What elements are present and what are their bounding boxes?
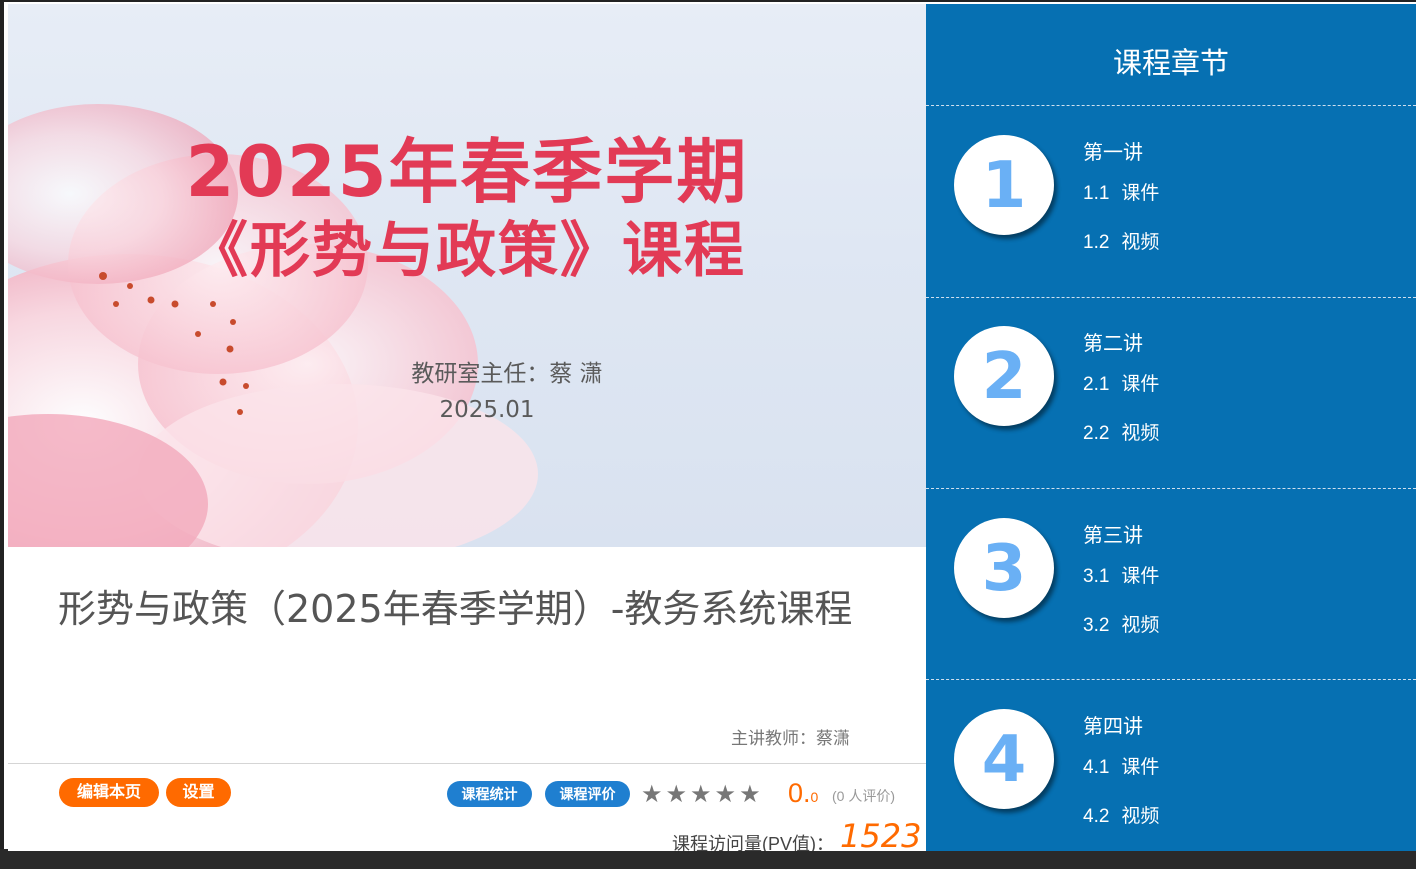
banner-director: 教研室主任：蔡 潇	[411, 361, 603, 387]
pv-value: 1523	[840, 817, 922, 851]
chapter-2: 2 第二讲 2.1 课件 2.2 视频	[926, 296, 1416, 486]
chapter-number-badge: 4	[954, 709, 1054, 809]
item-label: 视频	[1121, 615, 1160, 636]
course-title: 形势与政策（2025年春季学期）-教务系统课程	[58, 587, 853, 631]
chapter-link-video[interactable]: 4.2 视频	[1083, 801, 1159, 828]
chapter-4: 4 第四讲 4.1 课件 4.2 视频	[926, 679, 1416, 869]
banner-title-line2: 《形势与政策》课程	[188, 216, 746, 286]
banner-date: 2025.01	[439, 397, 535, 423]
chapter-name[interactable]: 第二讲	[1083, 327, 1143, 356]
item-label: 课件	[1121, 183, 1160, 204]
chapter-link-video[interactable]: 2.2 视频	[1083, 418, 1159, 445]
chapter-link-video[interactable]: 3.2 视频	[1083, 610, 1159, 637]
item-number: 4.2	[1083, 806, 1110, 827]
chapter-name[interactable]: 第四讲	[1083, 710, 1143, 739]
edit-page-button[interactable]: 编辑本页	[59, 778, 159, 807]
course-review-button[interactable]: 课程评价	[545, 781, 630, 807]
chapter-link-courseware[interactable]: 2.1 课件	[1083, 369, 1159, 396]
item-number: 1.1	[1083, 183, 1110, 204]
item-label: 课件	[1121, 566, 1160, 587]
item-number: 3.1	[1083, 566, 1110, 587]
chapter-number-badge: 1	[954, 135, 1054, 235]
item-number: 4.1	[1083, 757, 1110, 778]
chapter-link-courseware[interactable]: 1.1 课件	[1083, 178, 1159, 205]
page: 2025年春季学期 《形势与政策》课程 教研室主任：蔡 潇 2025.01 形势…	[0, 0, 1416, 851]
course-stats-button[interactable]: 课程统计	[447, 781, 532, 807]
star-icon[interactable]: ★	[690, 781, 715, 808]
rating-score-decimal: 0	[810, 789, 819, 805]
item-label: 视频	[1121, 423, 1160, 444]
chapter-number-badge: 2	[954, 326, 1054, 426]
chapter-name[interactable]: 第一讲	[1083, 136, 1143, 165]
chapter-link-video[interactable]: 1.2 视频	[1083, 227, 1159, 254]
settings-button[interactable]: 设置	[166, 778, 231, 807]
course-teacher: 主讲教师：蔡潇	[731, 729, 850, 748]
star-icon[interactable]: ★	[641, 781, 666, 808]
review-count: (0 人评价)	[832, 788, 895, 804]
course-main-panel: 2025年春季学期 《形势与政策》课程 教研室主任：蔡 潇 2025.01 形势…	[8, 4, 926, 851]
item-label: 课件	[1121, 757, 1160, 778]
chapter-number-badge: 3	[954, 518, 1054, 618]
chapter-3: 3 第三讲 3.1 课件 3.2 视频	[926, 488, 1416, 678]
item-number: 1.2	[1083, 232, 1110, 253]
item-label: 视频	[1121, 806, 1160, 827]
item-label: 课件	[1121, 374, 1160, 395]
chapter-link-courseware[interactable]: 4.1 课件	[1083, 752, 1159, 779]
pv-label: 课程访问量(PV值)：	[672, 834, 834, 851]
chapter-link-courseware[interactable]: 3.1 课件	[1083, 561, 1159, 588]
chapter-name[interactable]: 第三讲	[1083, 519, 1143, 548]
item-number: 2.2	[1083, 423, 1110, 444]
star-icon[interactable]: ★	[666, 781, 691, 808]
rating-score-main: 0.	[788, 778, 811, 808]
divider	[8, 763, 926, 764]
chapters-panel-title: 课程章节	[1112, 46, 1229, 80]
item-label: 视频	[1121, 232, 1160, 253]
chapters-panel: 课程章节 1 第一讲 1.1 课件 1.2 视频 2 第二讲 2.1 课件 2.2 视频…	[926, 4, 1416, 851]
course-banner-image: 2025年春季学期 《形势与政策》课程 教研室主任：蔡 潇 2025.01	[8, 4, 926, 547]
item-number: 3.2	[1083, 615, 1110, 636]
chapter-1: 1 第一讲 1.1 课件 1.2 视频	[926, 105, 1416, 295]
rating-stars[interactable]: ★★★★★	[641, 780, 764, 809]
star-icon[interactable]: ★	[715, 781, 740, 808]
star-icon[interactable]: ★	[739, 781, 764, 808]
rating-score: 0.0	[788, 778, 818, 809]
item-number: 2.1	[1083, 374, 1110, 395]
